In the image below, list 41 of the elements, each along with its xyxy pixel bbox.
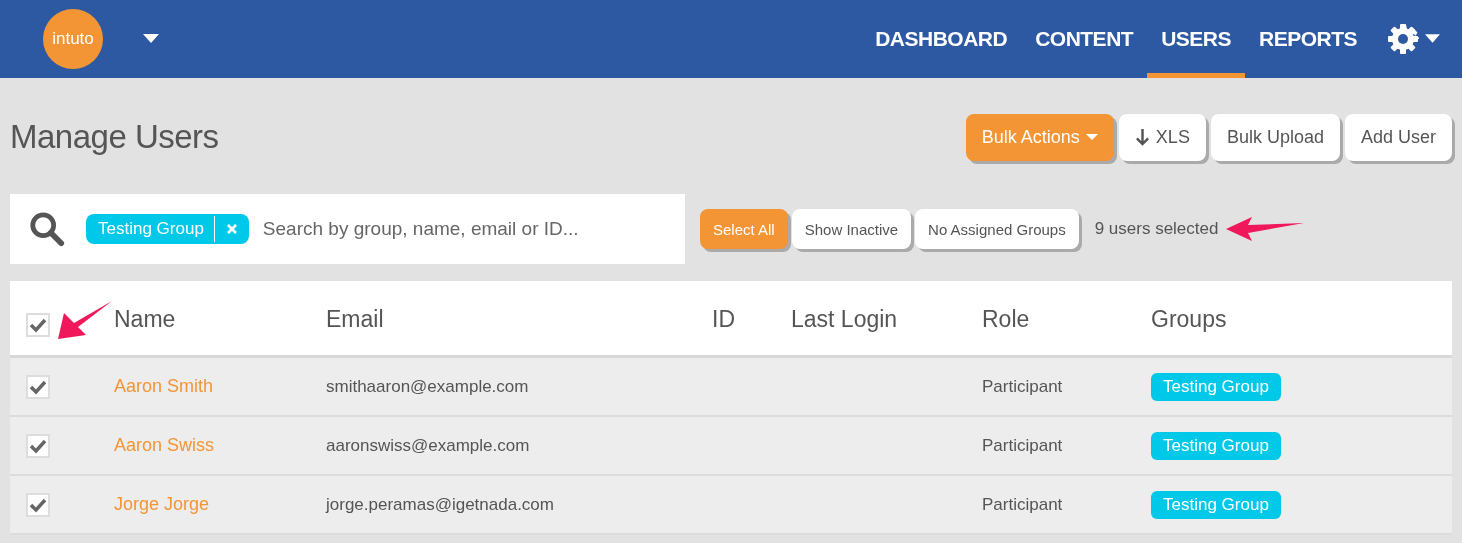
search-icon (28, 210, 66, 248)
group-tag: Testing Group (1151, 490, 1281, 519)
column-header: ID (712, 305, 735, 333)
column-header: Role (982, 305, 1030, 333)
check-icon (29, 378, 47, 395)
check-icon (29, 317, 47, 333)
download-icon (1134, 128, 1150, 146)
caret-icon[interactable] (143, 34, 159, 44)
selection-count: 9 users selected (1094, 219, 1219, 239)
caret-icon[interactable] (1425, 34, 1440, 44)
column-header: Name (114, 305, 176, 333)
group-tag: Testing Group (1151, 372, 1281, 401)
column-header: Email (326, 305, 384, 333)
table-cell: Participant (982, 494, 1063, 515)
action-button[interactable]: Bulk Upload (1210, 113, 1340, 161)
download-button[interactable]: XLS (1118, 113, 1206, 161)
table-cell: aaronswiss@example.com (326, 435, 530, 456)
group-tag: Testing Group (1151, 431, 1281, 460)
checkbox[interactable] (26, 313, 50, 337)
column-header: Last Login (791, 305, 898, 333)
filter-button[interactable]: No Assigned Groups (915, 209, 1079, 249)
check-icon (29, 437, 47, 454)
table-cell: Participant (982, 376, 1063, 397)
checkbox[interactable] (26, 374, 50, 399)
settings-icon[interactable] (1387, 23, 1419, 55)
check-icon (29, 496, 47, 513)
nav-tab[interactable]: CONTENT (1021, 0, 1148, 78)
nav-tab[interactable]: REPORTS (1245, 0, 1371, 78)
nav-tab[interactable]: DASHBOARD (861, 0, 1022, 78)
filter-button[interactable]: Show Inactive (791, 209, 912, 249)
table-cell: jorge.peramas@igetnada.com (326, 494, 554, 515)
action-button[interactable]: Add User (1344, 113, 1452, 161)
caret-icon (1085, 133, 1098, 141)
tag-label: Testing Group (86, 216, 215, 242)
checkbox[interactable] (26, 492, 50, 517)
column-header: Groups (1151, 305, 1227, 333)
checkbox[interactable] (26, 433, 50, 458)
table-cell: Participant (982, 435, 1063, 456)
nav-tab[interactable]: USERS (1147, 0, 1245, 78)
table-cell: smithaaron@example.com (326, 376, 529, 397)
page-title: Manage Users (10, 118, 219, 156)
